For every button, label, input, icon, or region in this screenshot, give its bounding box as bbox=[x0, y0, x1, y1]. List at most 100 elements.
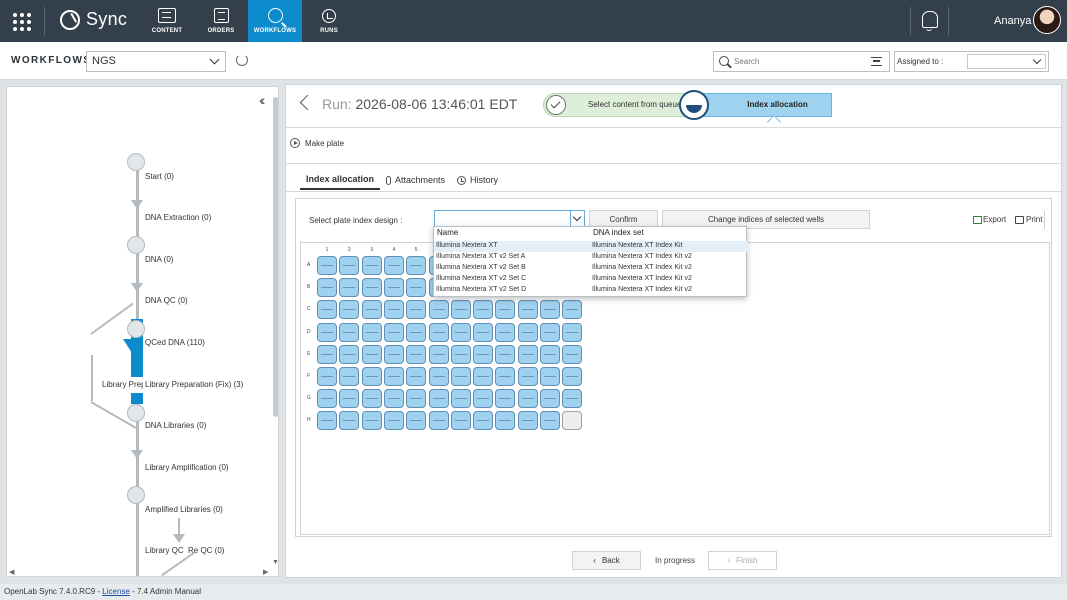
flow-step[interactable]: Amplified Libraries (0) bbox=[143, 502, 225, 518]
plate-well[interactable] bbox=[317, 256, 337, 275]
plate-well[interactable] bbox=[383, 300, 404, 320]
nav-orders[interactable]: ORDERS bbox=[194, 0, 248, 42]
plate-well[interactable] bbox=[473, 367, 494, 386]
flow-step[interactable]: Library Amplification (0) bbox=[143, 460, 231, 476]
dropdown-option[interactable]: Illumina Nextera XT v2 Set B Illumina Ne… bbox=[434, 263, 748, 274]
plate-well[interactable] bbox=[428, 344, 449, 364]
flow-step[interactable]: DNA QC (0) bbox=[143, 293, 190, 309]
plate-well[interactable] bbox=[562, 411, 583, 431]
plate-well[interactable] bbox=[361, 344, 382, 364]
plate-well[interactable] bbox=[495, 411, 516, 431]
flow-step[interactable]: DNA Extraction (0) bbox=[143, 210, 214, 226]
search-box[interactable] bbox=[713, 51, 890, 72]
plate-well[interactable] bbox=[562, 300, 583, 320]
plate-well[interactable] bbox=[317, 300, 337, 320]
plate-well[interactable] bbox=[361, 367, 382, 386]
plate-well[interactable] bbox=[383, 367, 404, 386]
plate-well[interactable] bbox=[450, 367, 471, 386]
workflow-select[interactable]: NGS bbox=[86, 51, 226, 72]
nav-runs[interactable]: RUNS bbox=[302, 0, 356, 42]
app-logo[interactable]: Sync bbox=[60, 9, 127, 30]
plate-well[interactable] bbox=[473, 322, 494, 342]
plate-well[interactable] bbox=[361, 300, 382, 320]
plate-well[interactable] bbox=[339, 389, 360, 409]
plate-well[interactable] bbox=[540, 411, 560, 431]
plate-well[interactable] bbox=[406, 389, 427, 409]
plate-well[interactable] bbox=[317, 344, 337, 364]
nav-workflows[interactable]: WORKFLOWS bbox=[248, 0, 302, 42]
plate-well[interactable] bbox=[473, 344, 494, 364]
plate-well[interactable] bbox=[473, 411, 494, 431]
plate-well[interactable] bbox=[406, 278, 427, 298]
plate-well[interactable] bbox=[473, 389, 494, 409]
plate-well[interactable] bbox=[540, 300, 560, 320]
plate-well[interactable] bbox=[540, 367, 560, 386]
plate-well[interactable] bbox=[450, 344, 471, 364]
plate-well[interactable] bbox=[562, 322, 583, 342]
plate-well[interactable] bbox=[562, 344, 583, 364]
step-select-content[interactable]: Select content from queue bbox=[543, 93, 688, 117]
back-button[interactable]: ‹ Back bbox=[572, 551, 641, 570]
plate-well[interactable] bbox=[540, 389, 560, 409]
plate-well[interactable] bbox=[361, 411, 382, 431]
plate-well[interactable] bbox=[317, 389, 337, 409]
assigned-select[interactable] bbox=[967, 54, 1046, 69]
scroll-right-icon[interactable]: ▶ bbox=[263, 568, 268, 576]
plate-well[interactable] bbox=[339, 256, 360, 275]
dropdown-option[interactable]: Illumina Nextera XT v2 Set D Illumina Ne… bbox=[434, 285, 748, 296]
plate-well[interactable] bbox=[406, 367, 427, 386]
scroll-down-icon[interactable]: ▼ bbox=[272, 559, 278, 566]
plate-well[interactable] bbox=[428, 300, 449, 320]
plate-well[interactable] bbox=[383, 322, 404, 342]
plate-well[interactable] bbox=[517, 322, 538, 342]
scrollbar-thumb[interactable] bbox=[273, 97, 278, 417]
tab-history[interactable]: History bbox=[451, 170, 504, 190]
dropdown-option[interactable]: Illumina Nextera XT v2 Set C Illumina Ne… bbox=[434, 274, 748, 285]
plate-well[interactable] bbox=[383, 344, 404, 364]
plate-well[interactable] bbox=[450, 300, 471, 320]
plate-well[interactable] bbox=[495, 389, 516, 409]
plate-well[interactable] bbox=[517, 411, 538, 431]
plate-well[interactable] bbox=[428, 367, 449, 386]
plate-well[interactable] bbox=[540, 344, 560, 364]
plate-well[interactable] bbox=[406, 411, 427, 431]
search-input[interactable] bbox=[734, 54, 864, 69]
plate-well[interactable] bbox=[517, 367, 538, 386]
dropdown-option[interactable]: Illumina Nextera XT Illumina Nextera XT … bbox=[434, 241, 748, 252]
plate-well[interactable] bbox=[406, 344, 427, 364]
export-button[interactable]: Export bbox=[973, 215, 1006, 224]
plate-well[interactable] bbox=[450, 322, 471, 342]
plate-well[interactable] bbox=[383, 411, 404, 431]
flow-step[interactable]: DNA (0) bbox=[143, 252, 176, 268]
plate-well[interactable] bbox=[450, 411, 471, 431]
scroll-left-icon[interactable]: ◀ bbox=[9, 568, 14, 576]
plate-well[interactable] bbox=[383, 389, 404, 409]
plate-well[interactable] bbox=[339, 322, 360, 342]
apps-grid-icon[interactable] bbox=[10, 10, 32, 32]
plate-well[interactable] bbox=[339, 367, 360, 386]
flow-step[interactable]: Library QC ( bbox=[143, 543, 191, 559]
user-name[interactable]: Ananya bbox=[994, 15, 1031, 27]
plate-well[interactable] bbox=[495, 344, 516, 364]
plate-well[interactable] bbox=[339, 300, 360, 320]
flow-step[interactable]: Library Preparation (Fix) (3) bbox=[143, 377, 246, 393]
plate-well[interactable] bbox=[383, 256, 404, 275]
plate-well[interactable] bbox=[406, 300, 427, 320]
print-button[interactable]: Print bbox=[1015, 215, 1042, 224]
plate-well[interactable] bbox=[383, 278, 404, 298]
plate-well[interactable] bbox=[428, 322, 449, 342]
flow-step[interactable]: DNA Libraries (0) bbox=[143, 418, 209, 434]
dropdown-option[interactable]: Illumina Nextera XT v2 Set A Illumina Ne… bbox=[434, 252, 748, 263]
plate-well[interactable] bbox=[540, 322, 560, 342]
plate-well[interactable] bbox=[495, 322, 516, 342]
finish-button[interactable]: › Finish bbox=[708, 551, 777, 570]
nav-content[interactable]: CONTENT bbox=[140, 0, 194, 42]
plate-well[interactable] bbox=[339, 278, 360, 298]
notification-bell-icon[interactable] bbox=[920, 10, 938, 31]
plate-well[interactable] bbox=[317, 411, 337, 431]
flow-step[interactable]: Re QC (0) bbox=[186, 543, 227, 559]
refresh-icon[interactable] bbox=[236, 54, 248, 66]
plate-well[interactable] bbox=[562, 389, 583, 409]
plate-well[interactable] bbox=[361, 322, 382, 342]
plate-well[interactable] bbox=[406, 256, 427, 275]
